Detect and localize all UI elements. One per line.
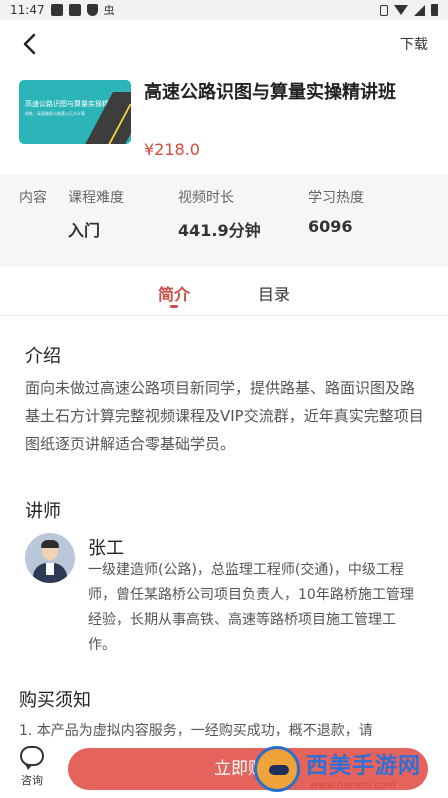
teacher-bio: 一级建造师(公路)，总监理工程师(交通)，中级工程师，曾任某路桥公司项目负责人，… — [88, 562, 414, 653]
teacher-avatar — [25, 533, 75, 583]
duration-value: 441.9分钟 — [178, 221, 261, 240]
purchase-notice-heading: 购买须知 — [19, 690, 91, 711]
intro-text: 面向未做过高速公路项目新同学，提供路基、路面识图及路基土石方计算完整视频课程及V… — [25, 379, 424, 453]
section-divider — [0, 247, 448, 267]
intro-heading: 介绍 — [25, 346, 61, 367]
active-tab-indicator — [170, 305, 178, 308]
watermark-url: www.hanxm.com — [310, 780, 396, 791]
course-header: 高速公路识图与算量实操精讲班 陪练、高速路图与路基公石方计算 高速公路识图与算量… — [19, 78, 439, 168]
teacher-heading: 讲师 — [25, 501, 61, 522]
cover-subtitle: 陪练、高速路图与路基公石方计算 — [25, 111, 85, 116]
app-notification-icon — [68, 4, 81, 16]
tab-catalog[interactable]: 目录 — [258, 281, 290, 305]
avatar-shirt — [46, 563, 54, 575]
course-info-bar: 内容 课程难度 入门 视频时长 441.9分钟 学习热度 6096 — [0, 175, 448, 247]
status-time: 11:47 — [10, 3, 45, 17]
back-button[interactable] — [16, 30, 44, 58]
watermark-title: 西美手游网 — [306, 754, 422, 779]
course-title: 高速公路识图与算量实操精讲班 — [144, 82, 396, 103]
course-price: ¥218.0 — [144, 140, 200, 159]
consult-label: 咨询 — [21, 774, 43, 787]
battery-icon — [431, 4, 438, 16]
popularity-stat: 学习热度 6096 — [308, 187, 364, 236]
status-glyph: 虫 — [103, 4, 115, 17]
wifi-icon — [394, 5, 408, 15]
duration-label: 视频时长 — [178, 190, 234, 206]
download-button[interactable]: 下载 — [400, 34, 428, 54]
shield-icon — [86, 4, 98, 16]
popularity-label: 学习热度 — [308, 190, 364, 206]
notification-icon — [50, 4, 63, 16]
signal-icon — [414, 4, 425, 16]
popularity-value: 6096 — [308, 217, 353, 236]
teacher-name: 张工 — [88, 538, 124, 559]
difficulty-value: 入门 — [68, 221, 101, 240]
gamepad-logo-icon — [254, 746, 300, 792]
consult-button[interactable]: 咨询 — [14, 744, 50, 794]
duration-stat: 视频时长 441.9分钟 — [178, 187, 261, 241]
chat-bubble-icon — [20, 746, 44, 770]
tab-intro[interactable]: 简介 — [158, 281, 190, 305]
difficulty-stat: 课程难度 入门 — [68, 187, 124, 241]
course-cover-image: 高速公路识图与算量实操精讲班 陪练、高速路图与路基公石方计算 — [19, 80, 131, 144]
gamepad-body — [269, 765, 289, 775]
vibrate-icon — [380, 4, 388, 16]
purchase-notice-text: 1. 本产品为虚拟内容服务，一经购买成功，概不退款，请 — [19, 723, 373, 739]
back-arrow-icon — [23, 33, 36, 55]
site-watermark: 西美手游网 www.hanxm.com — [248, 742, 448, 798]
top-nav: 下载 — [0, 20, 448, 66]
status-bar: 11:47 虫 — [0, 0, 448, 20]
tab-bar: 简介 目录 — [0, 276, 448, 316]
difficulty-label: 课程难度 — [68, 190, 124, 206]
avatar-hair — [41, 540, 59, 548]
content-tag: 内容 — [19, 190, 47, 206]
